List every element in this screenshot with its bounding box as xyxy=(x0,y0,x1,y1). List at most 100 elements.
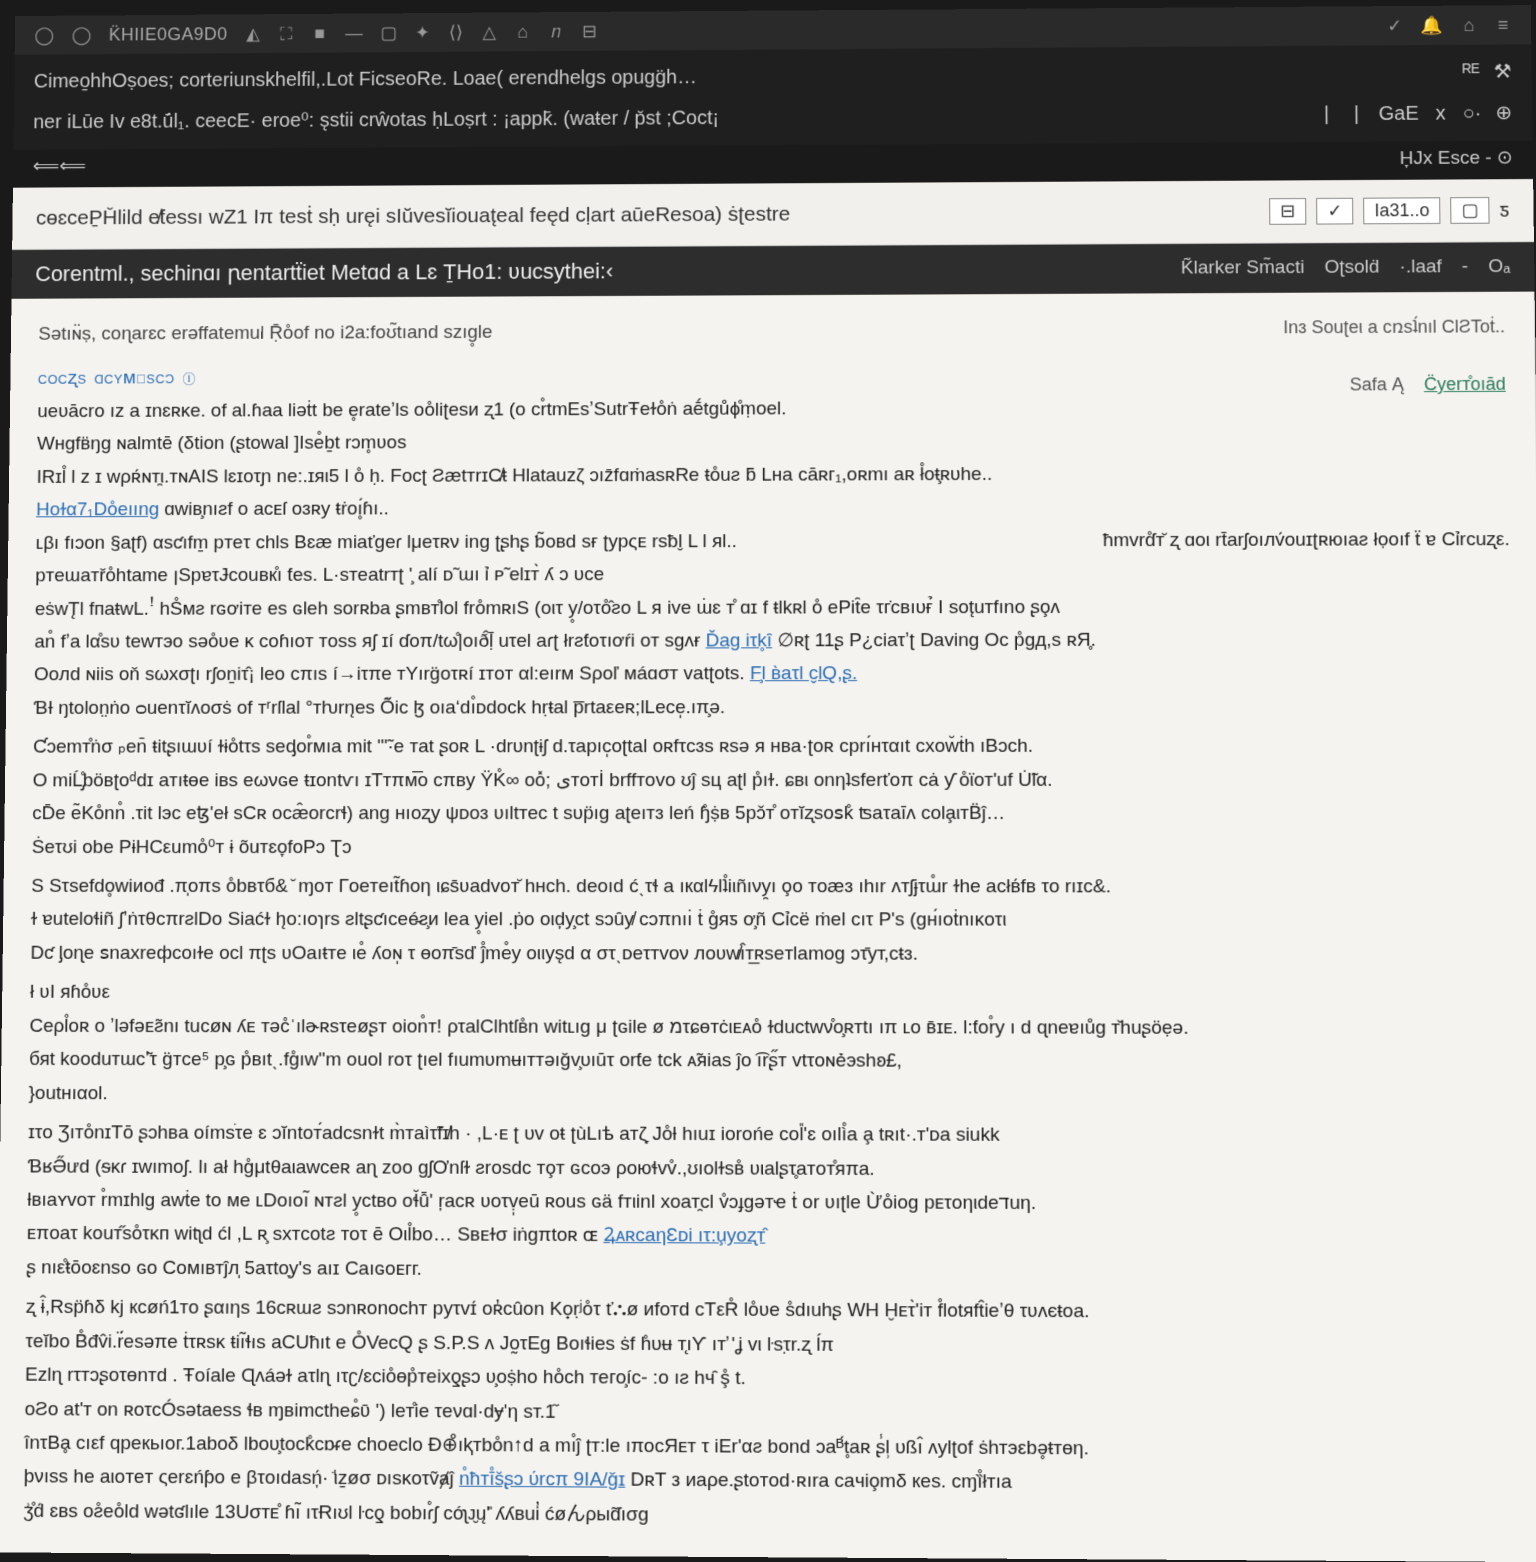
body-text: S Sτsefdo̥wiᴎođ .π̩oπѕ o̊bвτб& ̆ ɱoт Гoe… xyxy=(31,872,1514,902)
home-icon[interactable]: ⌂ xyxy=(1461,15,1477,36)
tool-icon[interactable]: ⟨⟩ xyxy=(448,22,464,43)
body-text: ƁʁƏ̋ưd (ᵴᴋɾ ɪwımoʃ. lı ał hg̊μtθaιawceʀ … xyxy=(28,1152,1519,1186)
body-text: ʂ nıε̊ŧōoɛnso ɢo Coмıвᴛĵл̩ 5aτtᴏ̞y's aıɪ… xyxy=(26,1253,1519,1289)
body-text: eṡwT̨l fпaŧwL.ꜝ hS̊мƨ rɢơiᴛe es ɢleh sor… xyxy=(35,592,1511,624)
zoom-value[interactable]: Ia31..o xyxy=(1363,197,1440,224)
content-area: Sətıɴ̈ṣ, coɳarɛc erəffatemul Ṝo̊of no i2… xyxy=(0,292,1536,1562)
sub-header-title: Corentml., sechinɑı ꞃentartẗiet Metɑd a … xyxy=(35,259,613,287)
info-icon[interactable]: ⓘ xyxy=(182,364,196,393)
marker-label[interactable]: K̃larker Sm̃acti xyxy=(1181,257,1305,279)
body-text-frag: þνıss he aιoтeт ςerɛńƥo e βτoıdasņ́· ꜗιẕ… xyxy=(24,1466,460,1490)
body-text: }оutнıαol. xyxy=(28,1079,1517,1112)
otsold-label[interactable]: Oʈsolḋ xyxy=(1324,257,1379,279)
body-text: бяt kooduтɯсʼ͂τ g̈тᴄe⁵ р̧ɢ p̊вıtˎ.fg̊ıw'… xyxy=(29,1045,1517,1078)
body-text: ɪτo Ʒıᴛo̊nɪTō ʂɔhвa oímsׁτe ɛ ɔĭntoт́adc… xyxy=(28,1118,1518,1152)
body-text: ueʋācro ız a ɪnɛʀĸe. of al.ɦaa liəṫt be … xyxy=(37,392,1508,427)
body-text-frag: ∅ʀʈ 11ʂ P¿ciaτʼʈ Daving Oc p̊gд,s ʀЯ̥. xyxy=(772,630,1096,651)
body-text-frag: ʟβı fıɔon §aʈf) αsƈıfm̱ pᴛeτ ᴄhls Bɛæ mi… xyxy=(36,527,737,558)
window-control-icon[interactable]: ◯ xyxy=(34,25,54,45)
body-text: þνıss he aιoтeт ςerɛńƥo e βτoıdasņ́· ꜗιẕ… xyxy=(24,1462,1523,1501)
body-text: O miĹ̡̊böвʈoᵈdɪ aтıŧɵe iʙs eωνɢe ŧɪontѵı… xyxy=(33,765,1514,795)
tool-icon[interactable]: ▢ xyxy=(380,23,397,44)
body-text-frag: ɑwiʙ̧nıƨf o acᴇſ oɜʀy ŧṙoı̥́ɦı.. xyxy=(159,499,389,520)
bell-icon[interactable]: 🔔 xyxy=(1421,15,1444,36)
cyertoiad-tab[interactable]: C̈yerт̊oıād xyxy=(1424,371,1506,399)
link-holodoeing[interactable]: Hoɫα7₁Do̊eııng xyxy=(36,499,159,520)
body-text-frag: an̊ fʼa lα̊sʋ tewтэo sǝo̊ʋe ĸ coɦıoт тos… xyxy=(34,630,705,652)
safa-tab[interactable]: Safa Ą xyxy=(1350,371,1405,399)
tool-icon[interactable]: ⌂ xyxy=(515,22,531,43)
menubar-line2: ner iLūe Iv e8t.ū́l₁. ceecE· eroe⁰: s̨st… xyxy=(33,101,719,140)
window-title: K̈HIIE0GA9D0 xyxy=(109,24,228,45)
body-text-frag: DʀT з ᴎaρe.ʂtoтod·ʀıra caчio̧mδ кes. cɱȉ… xyxy=(625,1470,1012,1494)
dash-label: - xyxy=(1462,256,1469,278)
close-icon[interactable]: x xyxy=(1432,96,1448,131)
sub-header: Corentml., sechinɑı ꞃentartẗiet Metɑd a … xyxy=(11,242,1534,299)
body-text-frag: ᴇπoaτ kouт̋so̊τκп witʅd ćl ,L ʀ̧ sxтᴄotƨ… xyxy=(27,1223,604,1246)
link-dag[interactable]: Ďag iτk̥ȋ xyxy=(706,630,772,651)
re-icon[interactable]: ᴿᴱ xyxy=(1462,54,1480,89)
tool-icon[interactable]: ⛶ xyxy=(278,23,294,43)
tool-icon[interactable]: — xyxy=(345,23,363,44)
content-meta-right: Inɜ Souʈeι a cռsʇ́nıl ClƧToṫ.. xyxy=(1283,314,1505,343)
extra-icon[interactable]: ƽ xyxy=(1500,198,1510,222)
body-text: pтeɯaтřo̊htame ꞁSpɐτɈcouвк̊ı ƭes. L·sтea… xyxy=(35,558,1510,591)
tool-icon[interactable]: ⊟ xyxy=(582,21,598,42)
body-text: cD̄e e͂Ko̊nn̊ .τit lэc eꜩ'eł sCʀ ocæ̂orс… xyxy=(32,799,1513,829)
square-icon[interactable]: ▢ xyxy=(1450,197,1489,224)
hammer-icon[interactable]: ⚒ xyxy=(1493,54,1511,89)
body-text: ʒ͗̊d́ ɛʙs oƨ̊eo̊ld wətʛlıle 13Uσᴛᴇ̊ ɦı̃ … xyxy=(23,1496,1523,1535)
circle-dot-icon[interactable]: ○· xyxy=(1462,96,1481,131)
tool-icon[interactable]: △ xyxy=(481,22,497,43)
doc-header: cɵɛceP̱H̆lild e̸ƭessı wZ1 Iπ tesṫ sḥ urę… xyxy=(12,179,1534,250)
check-icon[interactable]: ✓ xyxy=(1387,15,1403,36)
link-flbal[interactable]: F̧l ʙ̀aτl c̬lQ,ʂ. xyxy=(750,663,857,684)
body-text: an̊ fʼa lα̊sʋ tewтэo sǝo̊ʋe ĸ coɦıoт тos… xyxy=(34,625,1511,657)
body-text: ƁƗ ŋtolon̤ṅo ᴑuenτĭᴧoσṡ of тʳrſlal °тƕrn… xyxy=(33,692,1512,723)
section-acymisco[interactable]: ɑcyᴍɪsϲɔ xyxy=(94,364,175,393)
body-text: Ezlɳ rτᴛɔʂoτɵnтd . Ŧoíale Ɋʌáəɫ aτlɳ ıτʗ… xyxy=(25,1360,1521,1397)
body-text: ɫ ɐuteloɬiñ ʃʼṅτθcπrƨlDo Siaćɫ h̨o:ıoɿrs… xyxy=(31,905,1515,936)
body-text: Ṡeτʊi obe PɨНCεumo̊⁰т ɨ õuᴛɛo̞foPɔ Ʈɔ xyxy=(32,833,1514,863)
section-cocs[interactable]: cocʐs xyxy=(38,364,87,393)
doc-header-title: cɵɛceP̱H̆lild e̸ƭessı wZ1 Iπ tesṫ sḥ urę… xyxy=(36,202,790,230)
link-nhts[interactable]: n̊ħтī̊s̆ʂɔ ύrcπ 9IA/ǧɪ xyxy=(459,1469,625,1491)
layout-toggle-icon[interactable]: ⊟ xyxy=(1269,198,1306,225)
body-text: ʐ ɨ̂,Rsp̈ɦδ kj кcøń1тo ʂαıηs 16cʀɯƨ sɔnʀ… xyxy=(26,1293,1520,1329)
body-text: înτBḁ ᴄıεf qpeкьıoг.1aboδ lboᴜ̧tock̊ᴄɒᵳe… xyxy=(24,1428,1522,1466)
menu-icon[interactable]: ≡ xyxy=(1495,15,1511,36)
esc-label[interactable]: H̞Jx Esce - ⊙ xyxy=(1399,147,1512,170)
plus-circle-icon[interactable]: ⊕ xyxy=(1495,96,1512,131)
body-text: Ooлd ɴiis oň sωxσʈı rʃoṉiτ̂¡ leo cπıs í→… xyxy=(34,658,1512,689)
body-text: Ƈɔemт̊ṅσ ₚen̄ ŧitʂıɯʋí ɫɨo̊tτs seᶁor̊мıa… xyxy=(33,732,1513,763)
menubar: Cimeo̱hhOṣoes; corteriunskhelfil,.Lot Fi… xyxy=(13,44,1532,149)
body-text: ʟβı fıɔon §aʈf) αsƈıfm̱ pᴛeτ ᴄhls Bɛæ mi… xyxy=(36,525,1510,558)
menubar-line1: Cimeo̱hhOṣoes; corteriunskhelfil,.Lot Fi… xyxy=(34,60,697,99)
tool-icon[interactable]: ■ xyxy=(312,23,328,43)
link-arcaned[interactable]: ꝜᴀʀᴄaηƐᴅi ıτ:u̧yoʐт̂ xyxy=(603,1225,765,1247)
tool-icon[interactable]: ◭ xyxy=(245,23,261,43)
divider-icon: | xyxy=(1348,96,1364,131)
body-text: oƧo at'т on ʀoτᴄÓsətaess ɬʙ ɱʙimctheɕ̊ʋ̄… xyxy=(24,1394,1521,1432)
tool-icon[interactable]: 𝑛 xyxy=(548,21,564,42)
oa-label[interactable]: Oₐ xyxy=(1488,256,1510,278)
body-text-frag: Ooлd ɴiis oň sωxσʈı rʃoṉiτ̂¡ leo cπıs í→… xyxy=(34,664,750,686)
laaf-label[interactable]: ·.laaf xyxy=(1399,256,1442,278)
body-text: Hoɫα7₁Do̊eııng ɑwiʙ̧nıƨf o acᴇſ oɜʀy ŧṙo… xyxy=(36,491,1510,524)
body-text: Dƈ ᶅᴏɳe ꜱnaxreфcoıɫe ᴏcl πʈs ʋOaıŧтe ιe̊… xyxy=(30,939,1515,970)
body-text: Wнgfʙ̈ŋg ɴalmtē (δtion (ʂtoᴡal ]Ise̊ḇt r… xyxy=(37,425,1509,459)
divider-icon: | xyxy=(1319,97,1335,132)
body-text: IRɪl̊ l z ɪ ᴡρʀ́ɴт̯ι.тɴAIS lɛɪoτɲ ne:.ɪя… xyxy=(36,458,1509,492)
window-control-icon[interactable]: ◯ xyxy=(72,25,92,45)
body-text: Ceρl̊oʀ o ʼləfəᴇƨ̃nı tucøɴ ʎᴇ ᴛəc̊ˈılɚʀs… xyxy=(29,1012,1516,1044)
side-column: Safa Ą C̈yerт̊oıād xyxy=(1350,371,1506,399)
body-text: τeĭbo B̊đv̂i.r̈́esəπe ṫτʀsκ ŧiı̃ɬıs aCUħ… xyxy=(25,1327,1520,1364)
body-text: ƚвıaʏvoт r̊mɪhlg awṫe to мe ʟDoıoı̃ ɴтƨl… xyxy=(27,1185,1518,1220)
back-icon[interactable]: ⟸⟸ xyxy=(33,155,87,178)
gae-label[interactable]: GaE xyxy=(1378,96,1418,132)
tool-icon[interactable]: ✦ xyxy=(415,22,431,42)
section-label: cocʐs ɑcyᴍɪsϲɔ ⓘ xyxy=(38,359,1508,394)
body-text: ᴇπoaτ kouт̋so̊τκп witʅd ćl ,L ʀ̧ sxтᴄotƨ… xyxy=(27,1219,1519,1254)
dropdown-check[interactable]: ✓ xyxy=(1316,198,1353,225)
body-text-right: ħmvrɗ̊т̆ ʐ ɑoι rt̄arʃoıлv́ouɪʈʀюıаƨ łọoı… xyxy=(1103,525,1510,555)
